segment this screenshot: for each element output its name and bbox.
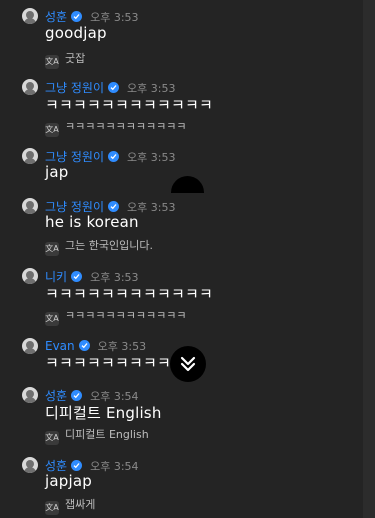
- translation-text: 굿잡: [65, 52, 86, 65]
- translate-icon[interactable]: 文A: [45, 55, 59, 69]
- scrollbar-track[interactable]: [363, 0, 375, 518]
- double-chevron-down-icon: [180, 356, 196, 372]
- author-name[interactable]: Evan: [45, 339, 75, 353]
- message-text: japjap: [45, 472, 92, 490]
- message-text: ㅋㅋㅋㅋㅋㅋㅋㅋㅋㅋㅋㅋ: [45, 96, 214, 114]
- avatar[interactable]: [22, 457, 38, 473]
- avatar[interactable]: [22, 198, 38, 214]
- translation-text: 그는 한국인입니다.: [65, 239, 153, 252]
- verified-badge-icon: [108, 151, 120, 162]
- verified-badge-icon: [108, 82, 120, 93]
- translation-text: ㅋㅋㅋㅋㅋㅋㅋㅋㅋㅋㅋㅋ: [65, 120, 187, 133]
- verified-badge-icon: [78, 340, 90, 351]
- author-line: 성훈 오후 3:53: [45, 8, 139, 25]
- message-text: jap: [45, 163, 69, 181]
- translation-row: 文A 그는 한국인입니다.: [45, 237, 153, 256]
- verified-badge-icon: [71, 11, 83, 22]
- verified-badge-icon: [108, 201, 120, 212]
- avatar[interactable]: [22, 338, 38, 354]
- author-name[interactable]: 성훈: [45, 10, 67, 24]
- message-text: goodjap: [45, 24, 107, 42]
- translate-icon[interactable]: 文A: [45, 431, 59, 445]
- message-text: ㅋㅋㅋㅋㅋㅋㅋㅋㅋㅋㅋㅋ: [45, 285, 214, 303]
- message-time: 오후 3:53: [90, 11, 139, 24]
- loading-indicator-icon: [171, 176, 204, 193]
- message-text: he is korean: [45, 213, 139, 231]
- translate-icon[interactable]: 文A: [45, 123, 59, 137]
- message-time: 오후 3:53: [127, 151, 176, 164]
- author-name[interactable]: 그냥 정원이: [45, 150, 104, 164]
- author-name[interactable]: 성훈: [45, 389, 67, 403]
- verified-badge-icon: [71, 390, 83, 401]
- translate-icon[interactable]: 文A: [45, 312, 59, 326]
- translation-text: ㅋㅋㅋㅋㅋㅋㅋㅋㅋㅋㅋㅋ: [65, 309, 187, 322]
- author-name[interactable]: 니키: [45, 270, 67, 284]
- translation-row: 文A ㅋㅋㅋㅋㅋㅋㅋㅋㅋㅋㅋㅋ: [45, 118, 186, 137]
- chat-feed[interactable]: 성훈 오후 3:53 goodjap 文A 굿잡 그냥 정원이 오후 3:53 ㅋㅋㅋ…: [0, 0, 375, 518]
- message-time: 오후 3:54: [90, 460, 139, 473]
- avatar[interactable]: [22, 387, 38, 403]
- translation-row: 文A 잽싸게: [45, 496, 95, 515]
- verified-badge-icon: [71, 271, 83, 282]
- translation-text: 잽싸게: [65, 498, 96, 511]
- avatar[interactable]: [22, 8, 38, 24]
- translate-icon[interactable]: 文A: [45, 242, 59, 256]
- translate-icon[interactable]: 文A: [45, 501, 59, 515]
- scroll-to-bottom-button[interactable]: [170, 346, 206, 382]
- translation-row: 文A ㅋㅋㅋㅋㅋㅋㅋㅋㅋㅋㅋㅋ: [45, 307, 186, 326]
- avatar[interactable]: [22, 268, 38, 284]
- author-name[interactable]: 그냥 정원이: [45, 81, 104, 95]
- avatar[interactable]: [22, 148, 38, 164]
- author-name[interactable]: 그냥 정원이: [45, 200, 104, 214]
- verified-badge-icon: [71, 460, 83, 471]
- message-text: 디피컬트 English: [45, 404, 162, 422]
- translation-row: 文A 굿잡: [45, 50, 85, 69]
- author-name[interactable]: 성훈: [45, 459, 67, 473]
- translation-row: 文A 디피컬트 English: [45, 426, 149, 445]
- message-text: ㅋㅋㅋㅋㅋㅋㅋㅋㅋ: [45, 354, 172, 372]
- avatar[interactable]: [22, 79, 38, 95]
- translation-text: 디피컬트 English: [65, 428, 149, 441]
